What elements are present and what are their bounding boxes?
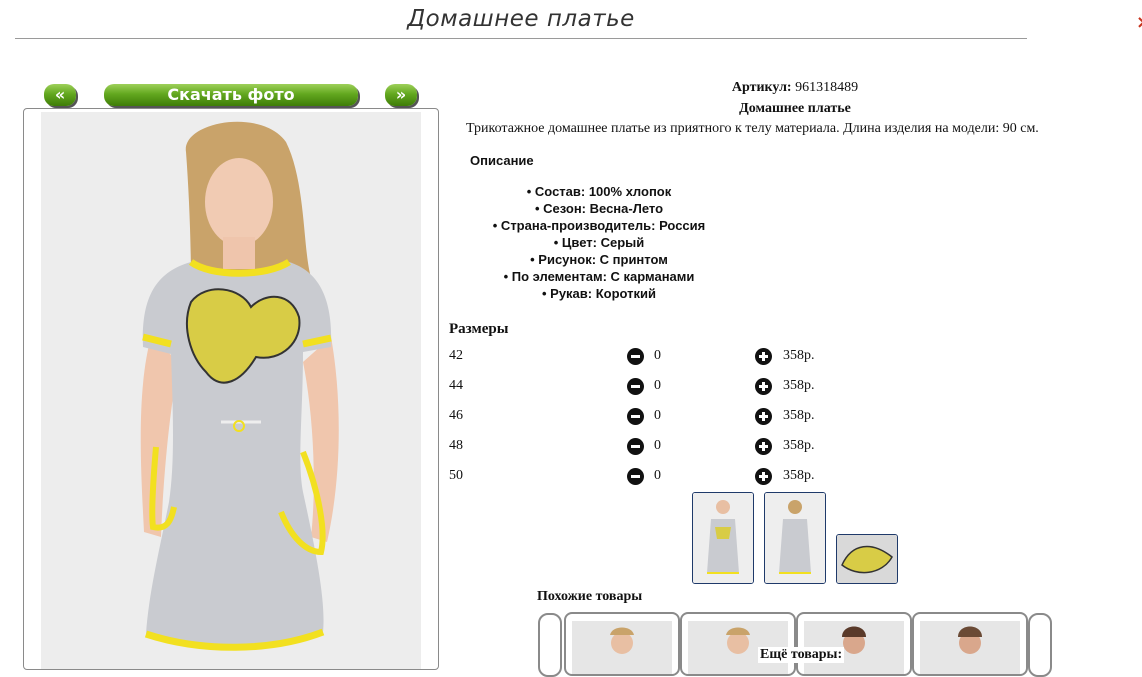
product-photo[interactable] xyxy=(41,112,421,669)
specs-heading: Описание xyxy=(470,153,534,168)
size-label: 50 xyxy=(449,468,463,483)
quantity-value: 0 xyxy=(654,468,661,483)
spec-item: • Рукав: Короткий xyxy=(541,286,657,301)
similar-product-photo xyxy=(610,627,634,654)
size-row: 50 0 358р. xyxy=(449,467,849,487)
thumbnail-front-image xyxy=(693,493,753,583)
quantity-value: 0 xyxy=(654,378,661,393)
next-photo-button[interactable]: » xyxy=(385,84,417,106)
similar-product-photo xyxy=(958,626,982,654)
thumbnail-back-image xyxy=(765,493,825,583)
article-value: 961318489 xyxy=(795,80,859,95)
price: 358р. xyxy=(783,378,815,393)
article-line: Артикул: 961318489 xyxy=(724,80,866,96)
minus-icon[interactable] xyxy=(627,408,644,425)
prev-photo-button[interactable]: « xyxy=(44,84,76,106)
price: 358р. xyxy=(783,438,815,453)
price: 358р. xyxy=(783,468,815,483)
spec-item: • Сезон: Весна-Лето xyxy=(534,201,664,216)
page-title: Домашнее платье xyxy=(407,6,635,32)
minus-icon[interactable] xyxy=(627,468,644,485)
spec-list: • Состав: 100% хлопок • Сезон: Весна-Лет… xyxy=(449,183,749,302)
minus-icon[interactable] xyxy=(627,348,644,365)
size-row: 42 0 358р. xyxy=(449,347,849,367)
spec-item: • Цвет: Серый xyxy=(553,235,645,250)
minus-icon[interactable] xyxy=(627,378,644,395)
minus-icon[interactable] xyxy=(627,438,644,455)
plus-icon[interactable] xyxy=(755,468,772,485)
size-row: 46 0 358р. xyxy=(449,407,849,427)
quantity-value: 0 xyxy=(654,348,661,363)
spec-item: • Рисунок: С принтом xyxy=(530,252,668,267)
quantity-value: 0 xyxy=(654,438,661,453)
similar-product-card[interactable] xyxy=(796,612,912,676)
plus-icon[interactable] xyxy=(755,408,772,425)
download-photo-button[interactable]: Скачать фото xyxy=(104,84,358,106)
similar-product-card[interactable] xyxy=(564,612,680,676)
size-row: 48 0 358р. xyxy=(449,437,849,457)
similar-product-image xyxy=(572,621,672,674)
similar-product-card[interactable] xyxy=(912,612,1028,676)
close-icon[interactable]: × xyxy=(1136,14,1142,32)
size-label: 48 xyxy=(449,438,463,453)
similar-next-arrow[interactable] xyxy=(1028,613,1052,677)
spec-item: • Страна-производитель: Россия xyxy=(492,218,706,233)
product-photo-frame xyxy=(23,108,439,670)
product-name: Домашнее платье xyxy=(739,101,851,116)
size-row: 44 0 358р. xyxy=(449,377,849,397)
plus-icon[interactable] xyxy=(755,348,772,365)
article-label: Артикул: xyxy=(731,80,792,95)
product-description: Трикотажное домашнее платье из приятного… xyxy=(466,121,1039,136)
size-label: 44 xyxy=(449,378,463,393)
sizes-heading: Размеры xyxy=(449,321,509,337)
price: 358р. xyxy=(783,348,815,363)
quantity-value: 0 xyxy=(654,408,661,423)
similar-prev-arrow[interactable] xyxy=(538,613,562,677)
price: 358р. xyxy=(783,408,815,423)
photo-thumbnail[interactable] xyxy=(836,534,898,584)
size-label: 42 xyxy=(449,348,463,363)
spec-item: • Состав: 100% хлопок xyxy=(526,184,672,199)
title-divider xyxy=(15,38,1027,39)
photo-thumbnail[interactable] xyxy=(692,492,754,584)
spec-item: • По элементам: С карманами xyxy=(503,269,695,284)
thumbnail-print-detail-image xyxy=(837,535,897,583)
plus-icon[interactable] xyxy=(755,378,772,395)
similar-product-image xyxy=(920,621,1020,674)
model-in-dress-image xyxy=(41,112,421,669)
photo-thumbnail[interactable] xyxy=(764,492,826,584)
similar-products-heading: Похожие товары xyxy=(537,589,643,604)
plus-icon[interactable] xyxy=(755,438,772,455)
similar-product-card[interactable] xyxy=(680,612,796,676)
size-label: 46 xyxy=(449,408,463,423)
